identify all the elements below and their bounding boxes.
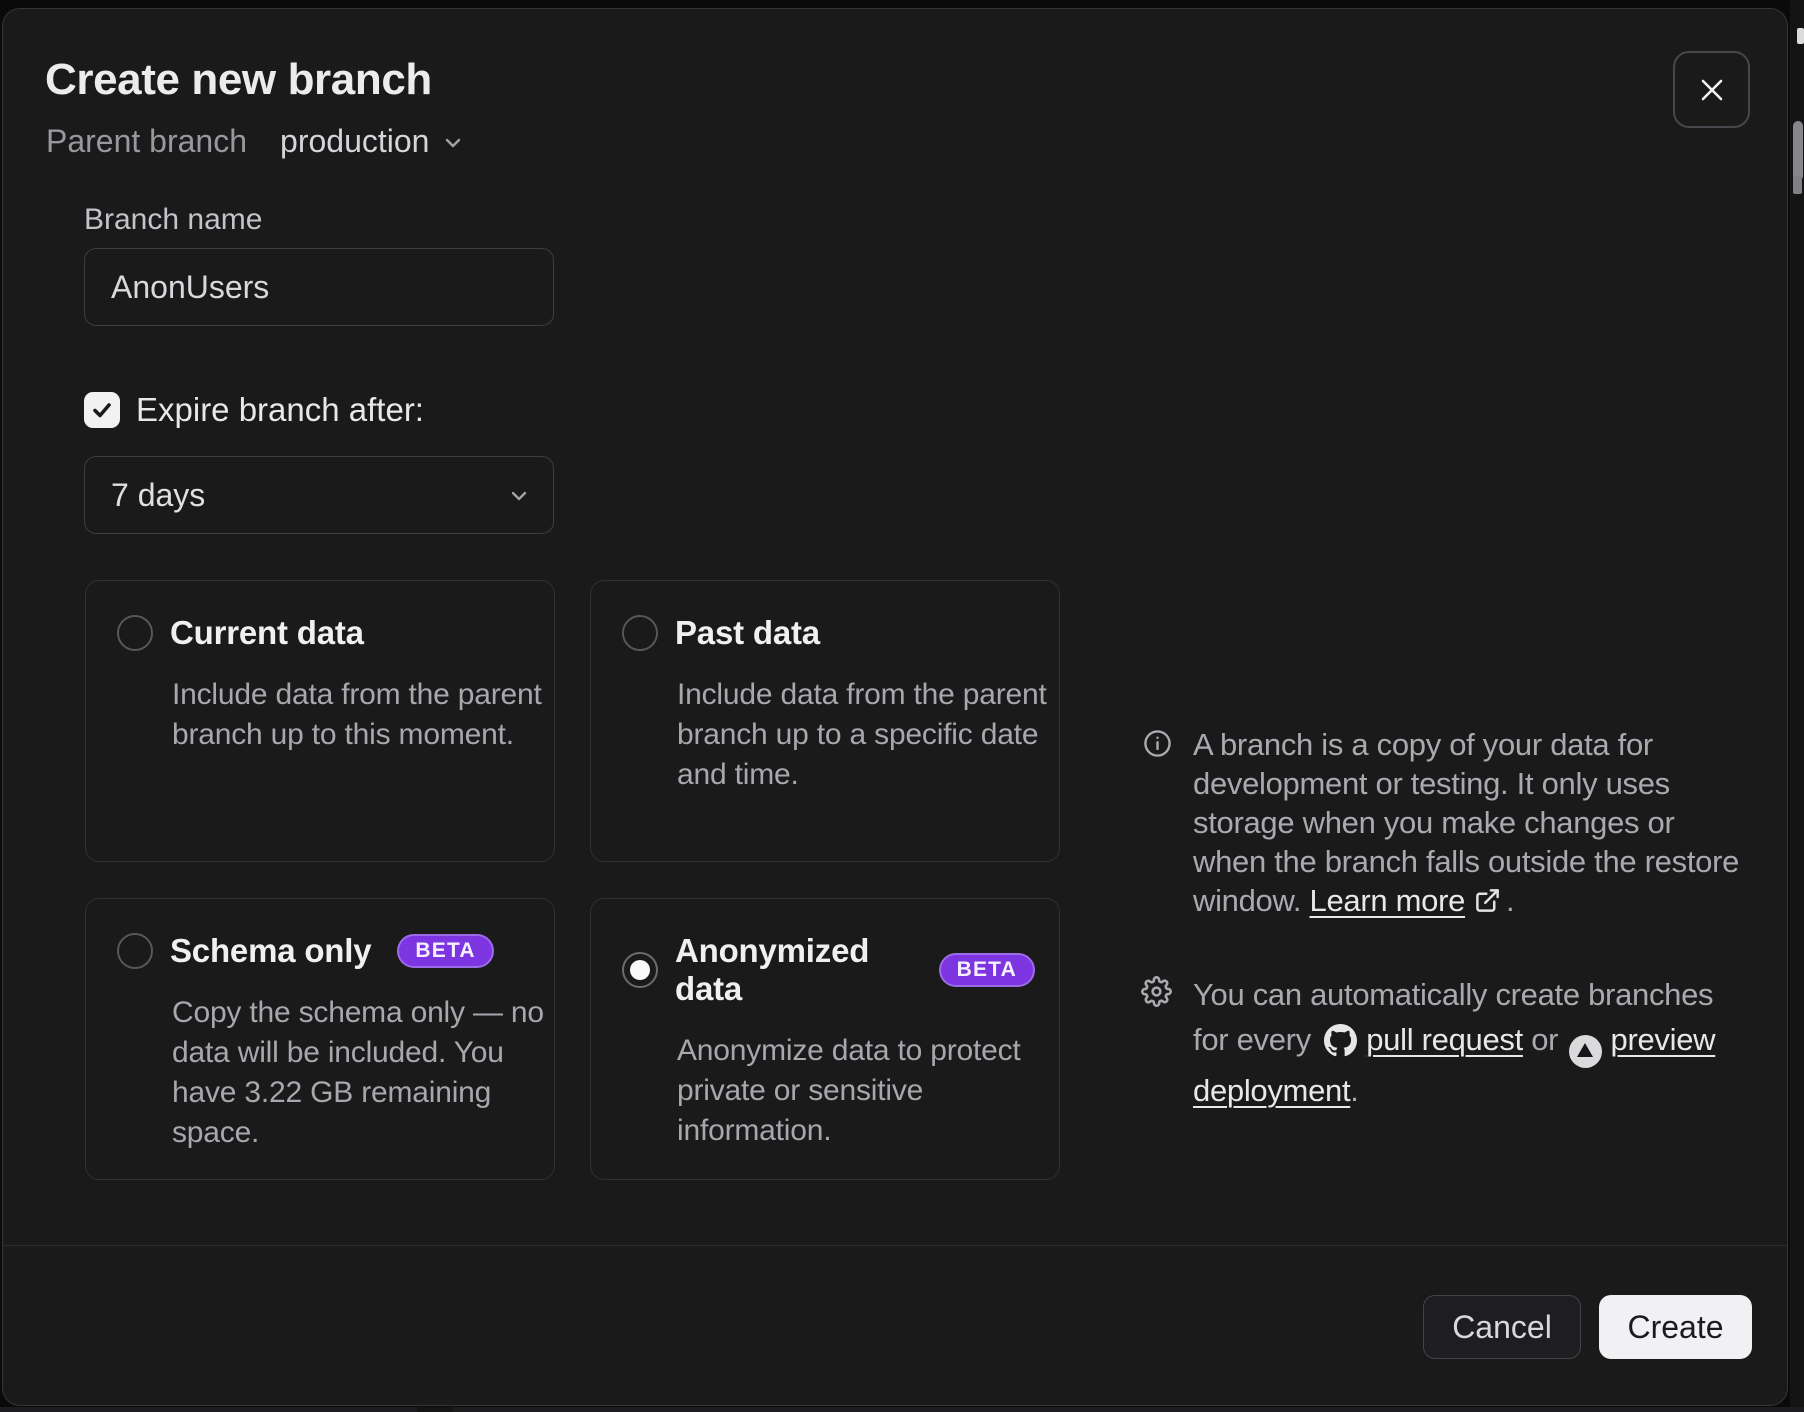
parent-branch-label: Parent branch bbox=[46, 123, 247, 160]
option-description: Include data from the parent branch up t… bbox=[172, 675, 546, 755]
branch-name-input[interactable] bbox=[84, 248, 554, 326]
background-fragment bbox=[1793, 176, 1802, 194]
option-card-schema-only[interactable]: Schema only BETA Copy the schema only — … bbox=[85, 898, 555, 1180]
option-card-past-data[interactable]: Past data Include data from the parent b… bbox=[590, 580, 1060, 862]
parent-branch-selector[interactable]: production bbox=[280, 123, 465, 160]
radio-schema-only[interactable] bbox=[117, 933, 153, 969]
radio-past-data[interactable] bbox=[622, 615, 658, 651]
option-description: Anonymize data to protect private or sen… bbox=[677, 1031, 1051, 1151]
note-text: A branch is a copy of your data for deve… bbox=[1193, 727, 1739, 918]
note-text: . bbox=[1506, 883, 1514, 918]
note-text: or bbox=[1523, 1022, 1567, 1057]
github-icon bbox=[1324, 1024, 1357, 1057]
create-branch-dialog: Create new branch Parent branch producti… bbox=[2, 8, 1788, 1406]
option-title: Past data bbox=[675, 614, 820, 652]
footer-divider bbox=[3, 1245, 1787, 1246]
branch-name-label: Branch name bbox=[84, 203, 262, 237]
check-icon bbox=[90, 398, 114, 422]
x-icon bbox=[1695, 73, 1729, 107]
expire-checkbox[interactable] bbox=[84, 392, 120, 428]
pull-request-link[interactable]: pull request bbox=[1366, 1022, 1523, 1057]
cancel-button[interactable]: Cancel bbox=[1423, 1295, 1581, 1359]
gear-icon bbox=[1141, 976, 1172, 1113]
beta-badge: BETA bbox=[939, 953, 1035, 987]
learn-more-link[interactable]: Learn more bbox=[1310, 883, 1466, 918]
close-button[interactable] bbox=[1673, 51, 1750, 128]
option-title: Schema only bbox=[170, 932, 371, 970]
note-text: . bbox=[1350, 1073, 1358, 1108]
option-card-anonymized-data[interactable]: Anonymized data BETA Anonymize data to p… bbox=[590, 898, 1060, 1180]
option-description: Include data from the parent branch up t… bbox=[677, 675, 1051, 795]
option-title: Anonymized data bbox=[675, 932, 913, 1008]
background-fragment bbox=[417, 1407, 453, 1412]
option-card-current-data[interactable]: Current data Include data from the paren… bbox=[85, 580, 555, 862]
radio-anonymized-data[interactable] bbox=[622, 952, 658, 988]
vercel-triangle-icon bbox=[1569, 1035, 1602, 1068]
parent-branch-value: production bbox=[280, 123, 429, 160]
beta-badge: BETA bbox=[397, 934, 493, 968]
parent-branch-row: Parent branch production bbox=[46, 121, 465, 161]
automation-note: You can automatically create branches fo… bbox=[1141, 972, 1753, 1113]
background-scrollbar-thumb bbox=[1793, 121, 1803, 181]
expire-duration-select[interactable]: 7 days bbox=[84, 456, 554, 534]
chevron-down-icon bbox=[429, 127, 465, 155]
option-description: Copy the schema only — no data will be i… bbox=[172, 993, 546, 1153]
background-page-strip bbox=[1790, 0, 1804, 1412]
option-title: Current data bbox=[170, 614, 364, 652]
expire-duration-value: 7 days bbox=[111, 477, 205, 514]
branch-info-note: A branch is a copy of your data for deve… bbox=[1143, 725, 1753, 920]
radio-current-data[interactable] bbox=[117, 615, 153, 651]
info-circle-icon bbox=[1143, 729, 1172, 920]
expire-row: Expire branch after: bbox=[84, 391, 424, 429]
background-fragment bbox=[1797, 28, 1804, 44]
background-page-strip bbox=[0, 1407, 1804, 1412]
expire-label: Expire branch after: bbox=[136, 391, 424, 429]
page-title: Create new branch bbox=[45, 55, 432, 105]
create-button[interactable]: Create bbox=[1599, 1295, 1752, 1359]
external-link-icon bbox=[1474, 884, 1501, 911]
